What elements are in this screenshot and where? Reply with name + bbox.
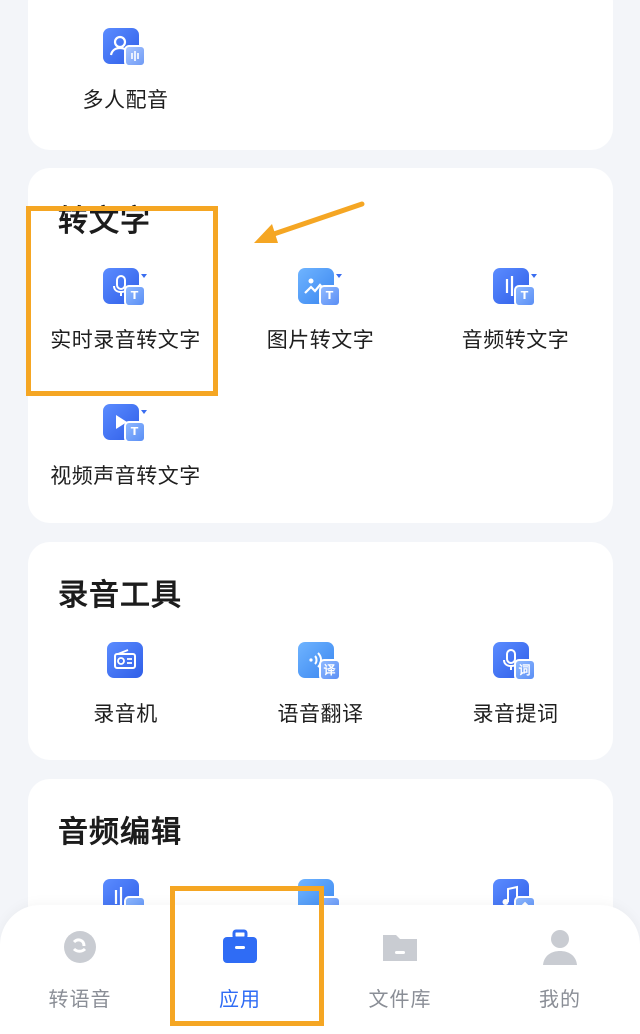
section-title: 录音工具	[58, 578, 182, 613]
teleprompter-icon: 词	[492, 642, 539, 684]
folder-icon	[380, 927, 420, 967]
tile-label: 视频声音转文字	[50, 464, 201, 488]
tab-files[interactable]: 文件库	[320, 927, 480, 1012]
tile-label: 多人配音	[82, 88, 169, 112]
tab-voice[interactable]: 转语音	[0, 927, 160, 1012]
image-to-text-icon: T	[297, 268, 344, 310]
tab-me[interactable]: 我的	[480, 927, 640, 1012]
multi-voice-tile[interactable]: 多人配音	[28, 28, 223, 114]
radio-recorder-icon	[103, 642, 149, 684]
user-icon	[540, 927, 580, 967]
top-card: 多人配音	[28, 0, 613, 150]
tile-label: 语音翻译	[277, 702, 364, 726]
video-to-text-icon: T	[102, 404, 149, 446]
video-to-text-tile[interactable]: T 视频声音转文字	[28, 404, 223, 490]
recorder-tile[interactable]: 录音机	[28, 642, 223, 728]
record-tools-card: 录音工具 录音机 译 语音翻译 词 录音提词	[28, 542, 613, 760]
highlight-box	[170, 886, 324, 1026]
voice-tab-icon	[60, 927, 100, 967]
audio-to-text-icon: T	[492, 268, 539, 310]
tile-label: 图片转文字	[266, 328, 375, 352]
highlight-box	[26, 206, 218, 396]
voice-translate-icon: 译	[297, 642, 344, 684]
tile-label: 录音提词	[472, 702, 559, 726]
annotation-arrow-icon	[254, 201, 365, 243]
tile-label: 录音机	[93, 702, 158, 726]
voice-translate-tile[interactable]: 译 语音翻译	[223, 642, 418, 728]
multi-voice-icon	[102, 28, 149, 70]
teleprompter-tile[interactable]: 词 录音提词	[418, 642, 613, 728]
image-to-text-tile[interactable]: T 图片转文字	[223, 268, 418, 354]
tile-label: 音频转文字	[461, 328, 570, 352]
audio-to-text-tile[interactable]: T 音频转文字	[418, 268, 613, 354]
section-title: 音频编辑	[58, 815, 182, 850]
